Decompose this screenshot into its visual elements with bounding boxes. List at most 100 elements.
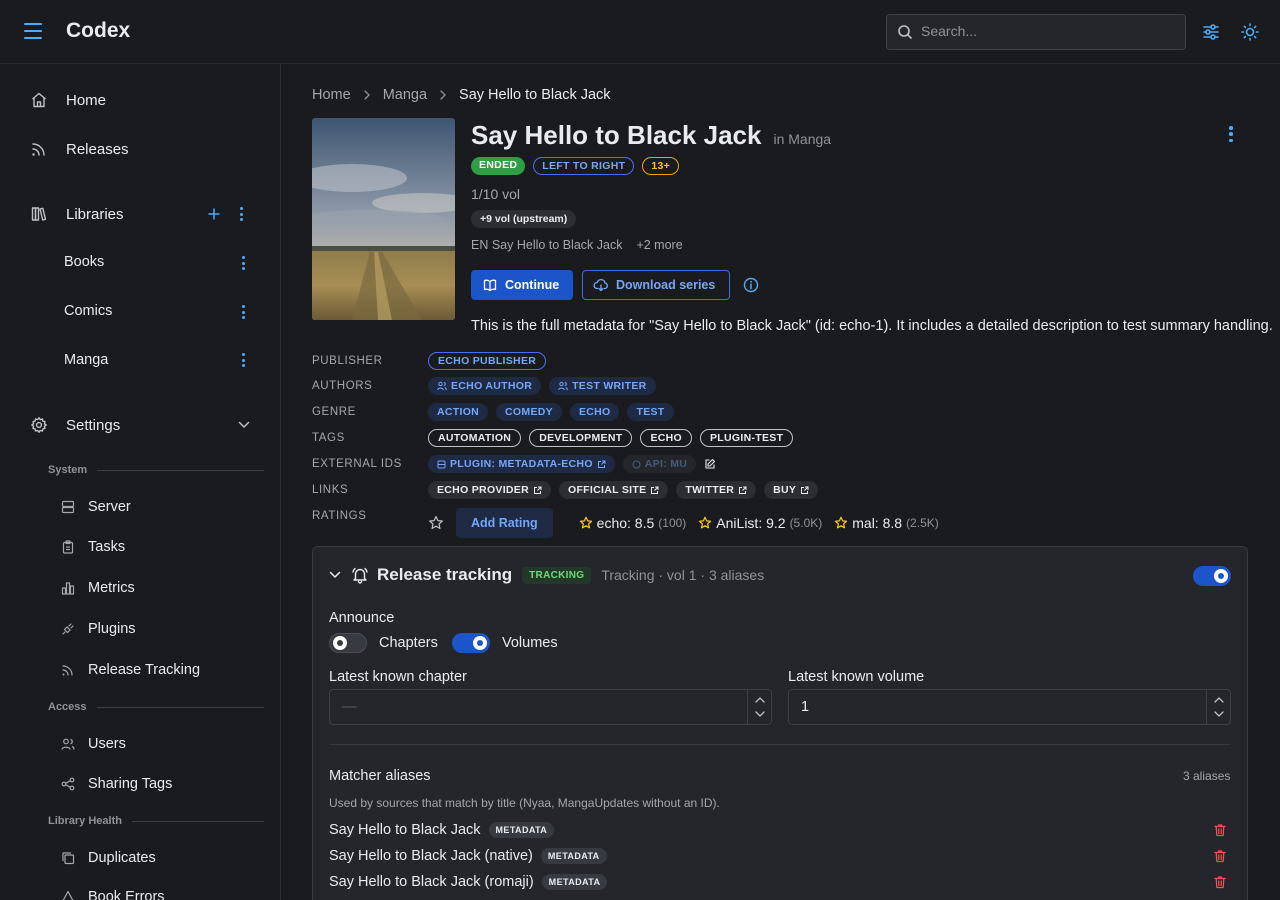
home-icon — [29, 90, 49, 110]
tag-chip[interactable]: ECHO — [640, 429, 692, 447]
trash-icon[interactable] — [1213, 875, 1227, 889]
announce-volumes-toggle[interactable] — [452, 633, 490, 653]
release-tracking-title: Release tracking — [377, 565, 513, 584]
latest-volume-input[interactable]: 1 — [788, 689, 1231, 725]
author-chip[interactable]: TEST WRITER — [549, 377, 656, 395]
upstream-volumes-badge: +9 vol (upstream) — [471, 210, 577, 228]
libraries-menu-icon[interactable] — [239, 207, 243, 221]
sidebar-item-library[interactable]: Books — [48, 244, 268, 280]
menu-icon[interactable] — [24, 23, 42, 41]
star-outline-icon[interactable] — [428, 515, 444, 531]
sidebar-item-book-errors[interactable]: Book Errors — [48, 879, 268, 900]
info-icon[interactable] — [743, 277, 759, 293]
latest-volume-value: 1 — [801, 699, 810, 715]
sidebar-item-label: Book Errors — [88, 889, 165, 900]
sidebar-item-duplicates[interactable]: Duplicates — [48, 840, 268, 876]
series-menu-icon[interactable] — [1227, 126, 1235, 142]
genre-chip[interactable]: ECHO — [569, 403, 620, 421]
series-cover-image[interactable] — [312, 118, 455, 320]
publisher-chip[interactable]: ECHO PUBLISHER — [428, 352, 547, 370]
add-library-icon[interactable] — [208, 208, 220, 220]
latest-chapter-input[interactable]: — — [329, 689, 772, 725]
latest-chapter-stepper[interactable] — [747, 690, 771, 724]
sidebar-item-sharing-tags[interactable]: Sharing Tags — [48, 766, 268, 802]
genre-chip[interactable]: COMEDY — [496, 403, 562, 421]
series-library-label[interactable]: in Manga — [773, 131, 831, 147]
latest-volume-stepper[interactable] — [1206, 690, 1230, 724]
publisher-row: PUBLISHER ECHO PUBLISHER — [312, 352, 547, 370]
tracking-enabled-toggle[interactable] — [1193, 566, 1231, 586]
genre-chip[interactable]: TEST — [627, 403, 674, 421]
search-box[interactable] — [886, 14, 1186, 50]
external-ids-label: EXTERNAL IDS — [312, 458, 402, 470]
top-bar: Codex — [0, 0, 1280, 64]
link-chip[interactable]: BUY — [764, 481, 819, 499]
star-icon — [579, 516, 592, 529]
genre-row: GENRE ACTION COMEDY ECHO TEST — [312, 403, 674, 421]
sidebar-item-users[interactable]: Users — [48, 726, 268, 762]
announce-chapters-toggle[interactable] — [329, 633, 367, 653]
tag-chip[interactable]: DEVELOPMENT — [529, 429, 633, 447]
announce-label: Announce — [329, 610, 395, 626]
alias-item: Say Hello to Black Jack METADATA — [329, 822, 555, 838]
alias-name: Say Hello to Black Jack (native) — [329, 848, 533, 864]
continue-button[interactable]: Continue — [471, 270, 574, 300]
main-content: Home Manga Say Hello to Black Jack Say H… — [281, 64, 1280, 900]
chevron-down-icon[interactable] — [329, 571, 341, 579]
chevron-down-icon[interactable] — [754, 711, 765, 717]
tag-chip[interactable]: PLUGIN-TEST — [699, 429, 794, 447]
library-menu-icon[interactable] — [241, 256, 245, 270]
library-menu-icon[interactable] — [241, 305, 245, 319]
trash-icon[interactable] — [1213, 849, 1227, 863]
external-id-chip[interactable]: PLUGIN: METADATA-ECHO — [428, 455, 615, 473]
sidebar-item-release-tracking[interactable]: Release Tracking — [48, 652, 268, 688]
sidebar-item-libraries[interactable]: Libraries — [16, 194, 266, 234]
search-input[interactable] — [921, 23, 1171, 39]
add-rating-button[interactable]: Add Rating — [456, 508, 553, 538]
author-chip[interactable]: ECHO AUTHOR — [428, 377, 542, 395]
sidebar-item-tasks[interactable]: Tasks — [48, 529, 268, 565]
breadcrumb-current: Say Hello to Black Jack — [459, 87, 611, 103]
breadcrumb-home[interactable]: Home — [312, 87, 351, 103]
app-title[interactable]: Codex — [66, 19, 130, 43]
alternate-titles-more[interactable]: +2 more — [636, 238, 682, 252]
breadcrumb-library[interactable]: Manga — [383, 87, 427, 103]
sidebar-item-settings[interactable]: Settings — [16, 405, 266, 445]
sidebar-item-library[interactable]: Manga — [48, 342, 268, 378]
tag-chip[interactable]: AUTOMATION — [428, 429, 522, 447]
chevron-up-icon[interactable] — [1213, 697, 1224, 703]
sidebar-item-library[interactable]: Comics — [48, 293, 268, 329]
link-chip[interactable]: OFFICIAL SITE — [559, 481, 669, 499]
search-icon — [898, 25, 912, 39]
authors-label: AUTHORS — [312, 380, 373, 392]
download-series-button[interactable]: Download series — [582, 270, 731, 300]
sidebar-item-label: Settings — [66, 416, 121, 434]
library-menu-icon[interactable] — [241, 353, 245, 367]
volumes-label: Volumes — [502, 635, 558, 651]
book-open-icon — [483, 279, 497, 292]
chevron-down-icon[interactable] — [1213, 711, 1224, 717]
share-icon — [60, 776, 76, 792]
users-icon — [437, 381, 447, 391]
server-icon — [60, 499, 76, 515]
genre-chip[interactable]: ACTION — [428, 403, 489, 421]
filter-sliders-icon[interactable] — [1201, 22, 1221, 42]
age-rating-badge: 13+ — [642, 157, 680, 175]
edit-icon[interactable] — [704, 458, 716, 470]
chevron-down-icon[interactable] — [238, 421, 250, 429]
sun-icon[interactable] — [1240, 22, 1260, 42]
star-icon — [699, 516, 712, 529]
link-chip[interactable]: ECHO PROVIDER — [428, 481, 551, 499]
sidebar-item-server[interactable]: Server — [48, 489, 268, 525]
release-tracking-header[interactable]: Release tracking TRACKING Tracking · vol… — [329, 565, 764, 585]
chevron-up-icon[interactable] — [754, 697, 765, 703]
sidebar-item-home[interactable]: Home — [16, 80, 266, 120]
authors-row: AUTHORS ECHO AUTHOR TEST WRITER — [312, 377, 656, 395]
external-id-chip[interactable]: API: MU — [622, 455, 697, 473]
users-icon — [558, 381, 568, 391]
sidebar-item-plugins[interactable]: Plugins — [48, 611, 268, 647]
sidebar-item-releases[interactable]: Releases — [16, 129, 266, 169]
sidebar-item-metrics[interactable]: Metrics — [48, 570, 268, 606]
link-chip[interactable]: TWITTER — [676, 481, 757, 499]
trash-icon[interactable] — [1213, 823, 1227, 837]
